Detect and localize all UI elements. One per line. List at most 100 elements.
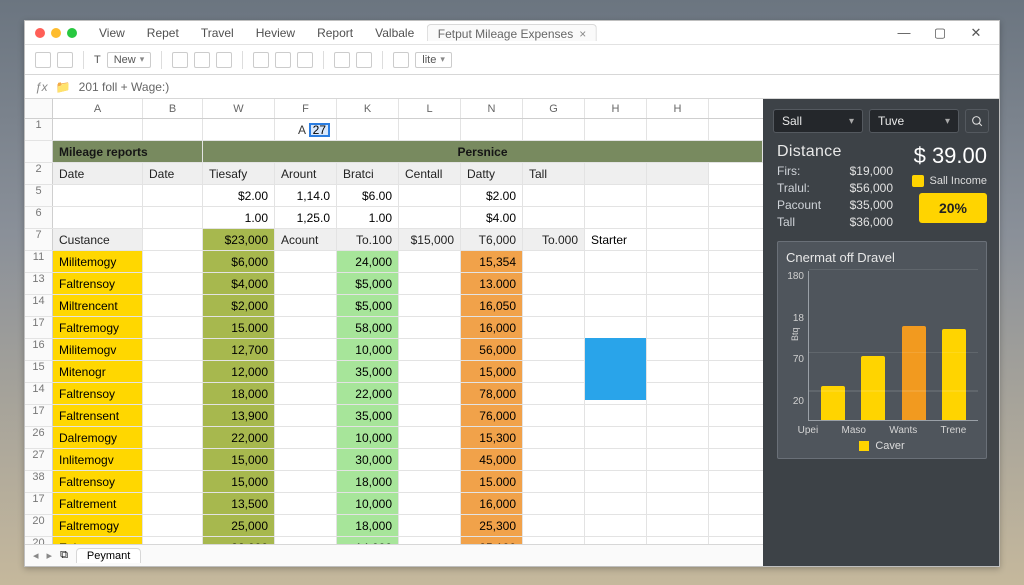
row-header[interactable]: 20 [25, 515, 53, 536]
cell[interactable] [143, 251, 203, 272]
cell[interactable] [647, 471, 709, 492]
merge-icon[interactable] [393, 52, 409, 68]
grid-body[interactable]: 1A 27Mileage reportsPersnice2DateDateTie… [25, 119, 763, 544]
cell[interactable] [143, 493, 203, 514]
cell[interactable] [585, 273, 647, 294]
cell[interactable] [399, 361, 461, 382]
cell[interactable] [585, 251, 647, 272]
cell[interactable]: 25,300 [461, 515, 523, 536]
cell[interactable]: 13,900 [203, 405, 275, 426]
cell[interactable] [399, 119, 461, 140]
cell[interactable] [399, 339, 461, 360]
row-header[interactable]: 38 [25, 471, 53, 492]
cell[interactable] [647, 163, 709, 184]
cell[interactable] [647, 361, 709, 382]
cell[interactable]: 10,000 [337, 493, 399, 514]
col-header[interactable]: F [275, 99, 337, 118]
cell[interactable]: Enltremeent [53, 537, 143, 544]
cell[interactable]: 56,000 [461, 339, 523, 360]
cell[interactable]: 16,000 [461, 317, 523, 338]
row-header[interactable]: 17 [25, 493, 53, 514]
cell[interactable]: $4,000 [203, 273, 275, 294]
cell[interactable] [523, 119, 585, 140]
cell[interactable]: $6,000 [203, 251, 275, 272]
cell[interactable] [399, 405, 461, 426]
cell[interactable] [647, 405, 709, 426]
menu-item[interactable]: Valbale [371, 24, 418, 42]
cell[interactable] [275, 537, 337, 544]
align-left-icon[interactable] [253, 52, 269, 68]
cell[interactable]: Bratci [337, 163, 399, 184]
cell[interactable]: Date [53, 163, 143, 184]
cell[interactable] [399, 273, 461, 294]
cell[interactable]: Faltrensoy [53, 383, 143, 404]
cell[interactable]: $5,000 [337, 295, 399, 316]
cell[interactable] [523, 317, 585, 338]
cell[interactable]: 35,000 [337, 405, 399, 426]
cell[interactable]: 1,25.0 [275, 207, 337, 228]
cell[interactable] [523, 207, 585, 228]
cell[interactable]: 15,000 [203, 449, 275, 470]
cell[interactable]: 13,500 [203, 493, 275, 514]
cell[interactable]: Dalremogy [53, 427, 143, 448]
row-header[interactable]: 5 [25, 185, 53, 206]
fill-color-icon[interactable] [334, 52, 350, 68]
menu-item[interactable]: Heview [252, 24, 299, 42]
cell[interactable]: $2.00 [203, 185, 275, 206]
cell[interactable]: 18,000 [337, 515, 399, 536]
cell[interactable] [143, 273, 203, 294]
panel-select-1[interactable]: Sall [773, 109, 863, 133]
cell[interactable] [523, 405, 585, 426]
cell[interactable]: Faltrensoy [53, 273, 143, 294]
close-button[interactable]: ✕ [959, 22, 993, 44]
cell[interactable]: $23,000 [203, 229, 275, 250]
menu-item[interactable]: Repet [143, 24, 183, 42]
cell[interactable] [143, 471, 203, 492]
row-header[interactable]: 16 [25, 339, 53, 360]
cell[interactable] [647, 317, 709, 338]
menu-item[interactable]: Report [313, 24, 357, 42]
cell[interactable] [53, 119, 143, 140]
menu-item[interactable]: View [95, 24, 129, 42]
cell[interactable] [647, 251, 709, 272]
cell[interactable] [585, 427, 647, 448]
cell[interactable] [523, 361, 585, 382]
cell[interactable]: 18,000 [203, 383, 275, 404]
align-center-icon[interactable] [275, 52, 291, 68]
cell[interactable] [647, 339, 709, 360]
col-header[interactable]: H [585, 99, 647, 118]
cell[interactable] [275, 427, 337, 448]
cell[interactable]: 15.000 [461, 471, 523, 492]
cell[interactable] [647, 273, 709, 294]
italic-icon[interactable] [194, 52, 210, 68]
cell[interactable] [399, 207, 461, 228]
cell[interactable] [399, 185, 461, 206]
row-header[interactable]: 6 [25, 207, 53, 228]
fx-icon[interactable]: ƒx [35, 80, 48, 94]
cell[interactable] [399, 317, 461, 338]
row-header[interactable]: 13 [25, 273, 53, 294]
cell[interactable] [53, 207, 143, 228]
cell[interactable] [523, 427, 585, 448]
cell[interactable]: To.000 [523, 229, 585, 250]
cell[interactable] [647, 207, 709, 228]
row-header[interactable]: 17 [25, 317, 53, 338]
cell[interactable]: 14,000 [337, 537, 399, 544]
cell[interactable] [143, 427, 203, 448]
cell[interactable]: $6.00 [337, 185, 399, 206]
cell[interactable]: $15,000 [399, 229, 461, 250]
cell[interactable]: 16,050 [461, 295, 523, 316]
cell[interactable]: 16,000 [461, 493, 523, 514]
cell[interactable] [399, 449, 461, 470]
cell[interactable] [647, 229, 709, 250]
row-header[interactable]: 20 [25, 537, 53, 544]
cell[interactable]: 15.000 [203, 317, 275, 338]
cell[interactable] [143, 449, 203, 470]
cell[interactable]: Acount [275, 229, 337, 250]
cell[interactable] [585, 361, 647, 382]
cell[interactable]: Faltremogy [53, 515, 143, 536]
cell[interactable] [399, 295, 461, 316]
cell[interactable]: 22,000 [203, 427, 275, 448]
row-header[interactable]: 26 [25, 427, 53, 448]
cell[interactable] [523, 383, 585, 404]
